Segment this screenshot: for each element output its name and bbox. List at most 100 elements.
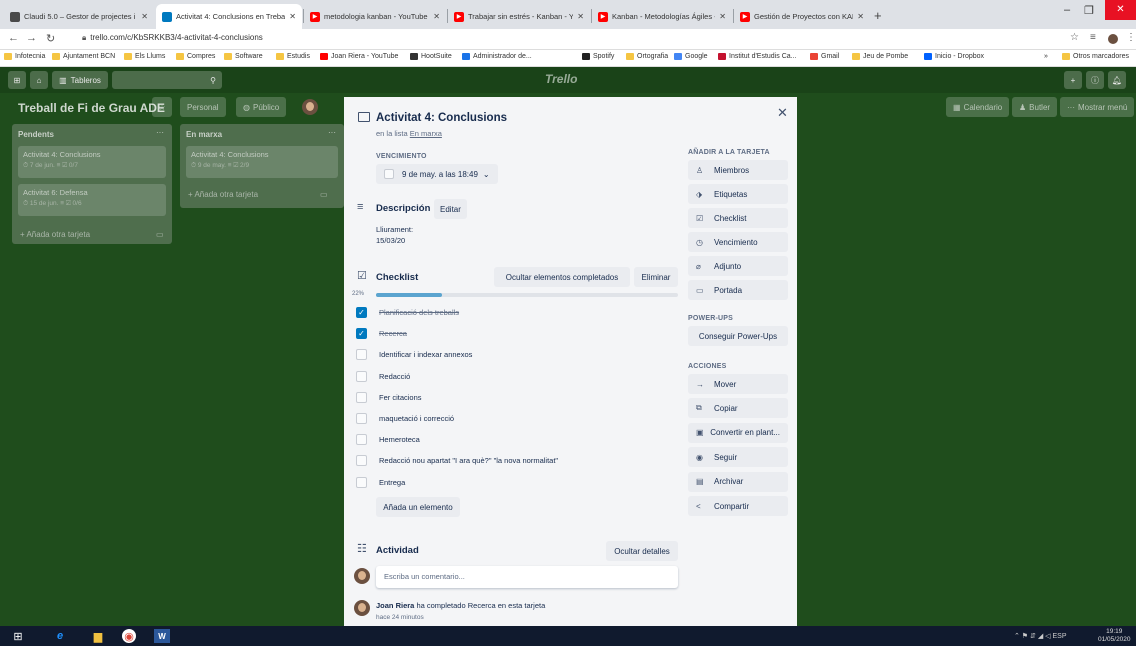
bookmark-item[interactable]: Estudis (276, 53, 310, 60)
back-icon[interactable]: ← (8, 32, 19, 44)
word-icon[interactable]: W (154, 629, 170, 643)
bookmark-item[interactable]: Gmail (810, 53, 839, 60)
list-title[interactable]: En marxa (186, 130, 222, 139)
bookmark-item[interactable]: Institut d'Estudis Ca... (718, 53, 796, 60)
notifications-icon[interactable]: 🔔︎ (1108, 71, 1126, 89)
bookmark-item[interactable]: Administrador de... (462, 53, 532, 60)
other-bookmarks[interactable]: Otros marcadores (1062, 53, 1129, 60)
action-button[interactable]: ▣ Convertir en plant... (688, 422, 788, 443)
checklist-item-text[interactable]: Entrega (379, 478, 405, 487)
bookmark-item[interactable]: Spotify (582, 53, 614, 60)
checklist-item-text[interactable]: maquetació i correcció (379, 414, 454, 423)
add-to-card-button[interactable]: ▭ Portada (688, 280, 788, 300)
add-to-card-button[interactable]: ☑ Checklist (688, 208, 788, 228)
checklist-item[interactable]: maquetació i correcció (356, 413, 454, 424)
bookmark-item[interactable]: Inicio - Dropbox (924, 53, 984, 60)
checkbox[interactable] (356, 455, 367, 467)
browser-menu-icon[interactable]: ⋮ (1126, 32, 1136, 43)
due-complete-checkbox[interactable] (384, 169, 394, 179)
in-list-link[interactable]: En marxa (410, 129, 442, 138)
bookmark-item[interactable]: Els Llums (124, 53, 165, 60)
close-icon[interactable]: ✕ (777, 105, 788, 121)
add-card-button[interactable]: + Añada otra tarjeta (20, 230, 90, 239)
url-field[interactable]: 🔒︎ trello.com/c/KbSRKKB3/4-activitat-4-co… (82, 33, 263, 43)
list-card[interactable]: Activitat 4: Conclusions ⏱ 7 de jun. ≡ ☑… (18, 146, 166, 178)
checked-checkbox[interactable]: ✓ (356, 328, 367, 340)
avatar[interactable] (354, 568, 370, 584)
list-menu-icon[interactable]: ··· (156, 128, 164, 137)
home-apps-icon[interactable]: ⊞ (8, 71, 26, 89)
checkbox[interactable] (356, 370, 367, 382)
extension-icon[interactable]: ≡ (1090, 32, 1096, 43)
chrome-icon[interactable]: ◉ (122, 629, 136, 643)
bookmark-item[interactable]: Ajuntament BCN (52, 53, 115, 60)
star-icon[interactable]: ☆ (1070, 32, 1079, 43)
browser-tab[interactable]: ▶ Kanban - Metodologías Ágiles - ✕ (592, 4, 732, 29)
description-text[interactable]: Lliurament: 15/03/20 (376, 225, 413, 246)
star-board-icon[interactable]: ☆ (152, 97, 172, 117)
browser-tab[interactable]: ▶ Gestión de Proyectos con KANB ✕ (734, 4, 870, 29)
activity-user[interactable]: Joan Riera (376, 601, 414, 610)
tab-close-icon[interactable]: ✕ (429, 12, 440, 21)
checklist-item-text[interactable]: Identificar i indexar annexos (379, 350, 472, 359)
list-menu-icon[interactable]: ··· (328, 128, 336, 137)
action-button[interactable]: ◉ Seguir (688, 447, 788, 468)
browser-tab[interactable]: Activitat 4: Conclusions en Trebal ✕ (156, 4, 302, 29)
maximize-icon[interactable]: ❐ (1084, 4, 1094, 17)
bookmark-item[interactable]: Compres (176, 53, 215, 60)
action-button[interactable]: ▤ Archivar (688, 471, 788, 492)
bookmark-item[interactable]: Joan Riera - YouTube (320, 53, 398, 60)
checklist-item-text[interactable]: Planificació dels treballs (379, 308, 459, 317)
list-card[interactable]: Activitat 6: Defensa ⏱ 15 de jun. ≡ ☑ 0/… (18, 184, 166, 216)
list-card[interactable]: Activitat 4: Conclusions ⏱ 9 de may. ≡ ☑… (186, 146, 338, 178)
browser-tab[interactable]: Claudi 5.0 – Gestor de projectes i ✕ (4, 4, 154, 29)
windows-start-icon[interactable]: ⊞ (10, 629, 26, 643)
checklist-item-text[interactable]: Recerca (379, 329, 407, 338)
hide-details-button[interactable]: Ocultar detalles (606, 541, 678, 561)
checkbox[interactable] (356, 434, 367, 446)
checklist-item[interactable]: ✓ Planificació dels treballs (356, 307, 459, 318)
add-to-card-button[interactable]: ⌀ Adjunto (688, 256, 788, 276)
bookmark-item[interactable]: Jeu de Pombe (852, 53, 908, 60)
visibility-button[interactable]: ◍ Público (236, 97, 287, 117)
clock[interactable]: 19:19 01/05/2020 (1098, 628, 1131, 644)
file-explorer-icon[interactable]: ▆ (90, 629, 106, 643)
tab-close-icon[interactable]: ✕ (137, 12, 148, 21)
bookmark-item[interactable]: Ortografia (626, 53, 668, 60)
action-button[interactable]: ⧉ Copiar (688, 398, 788, 419)
add-item-button[interactable]: Añada un elemento (376, 497, 460, 517)
activity-time[interactable]: hace 24 minutos (376, 614, 424, 621)
checked-checkbox[interactable]: ✓ (356, 307, 367, 318)
tab-close-icon[interactable]: ✕ (573, 12, 584, 21)
forward-icon[interactable]: → (26, 32, 37, 44)
checklist-item-text[interactable]: Redacció nou apartat "I ara què?" "la no… (379, 456, 558, 465)
due-date-button[interactable]: 9 de may. a las 18:49 ⌄ (376, 164, 498, 184)
checkbox[interactable] (356, 391, 367, 403)
avatar[interactable] (354, 600, 370, 616)
add-to-card-button[interactable]: ◷ Vencimiento (688, 232, 788, 252)
avatar[interactable] (302, 99, 318, 115)
checkbox[interactable] (356, 476, 367, 488)
list-title[interactable]: Pendents (18, 130, 54, 139)
checklist-item[interactable]: Identificar i indexar annexos (356, 349, 472, 361)
checkbox[interactable] (356, 349, 367, 361)
bookmark-item[interactable]: Google (674, 53, 708, 60)
checklist-title[interactable]: Checklist (376, 272, 418, 283)
template-icon[interactable]: ▭ (320, 190, 328, 199)
card-title[interactable]: Activitat 4: Conclusions (376, 112, 507, 124)
tab-close-icon[interactable]: ✕ (715, 12, 726, 21)
action-button[interactable]: < Compartir (688, 496, 788, 516)
internet-explorer-icon[interactable]: e (52, 629, 68, 643)
hide-completed-button[interactable]: Ocultar elementos completados (494, 267, 630, 287)
bookmark-item[interactable]: Software (224, 53, 263, 60)
new-tab-button[interactable]: + (874, 8, 882, 23)
profile-avatar[interactable] (1108, 34, 1118, 44)
create-icon[interactable]: + (1064, 71, 1082, 89)
info-icon[interactable]: ⓘ (1086, 71, 1104, 89)
action-button[interactable]: → Mover (688, 374, 788, 394)
checklist-item-text[interactable]: Fer citacions (379, 393, 422, 402)
add-to-card-button[interactable]: ⬗ Etiquetas (688, 184, 788, 204)
checklist-item-text[interactable]: Redacció (379, 372, 410, 381)
delete-checklist-button[interactable]: Eliminar (634, 267, 678, 287)
checklist-item[interactable]: Fer citacions (356, 391, 422, 403)
